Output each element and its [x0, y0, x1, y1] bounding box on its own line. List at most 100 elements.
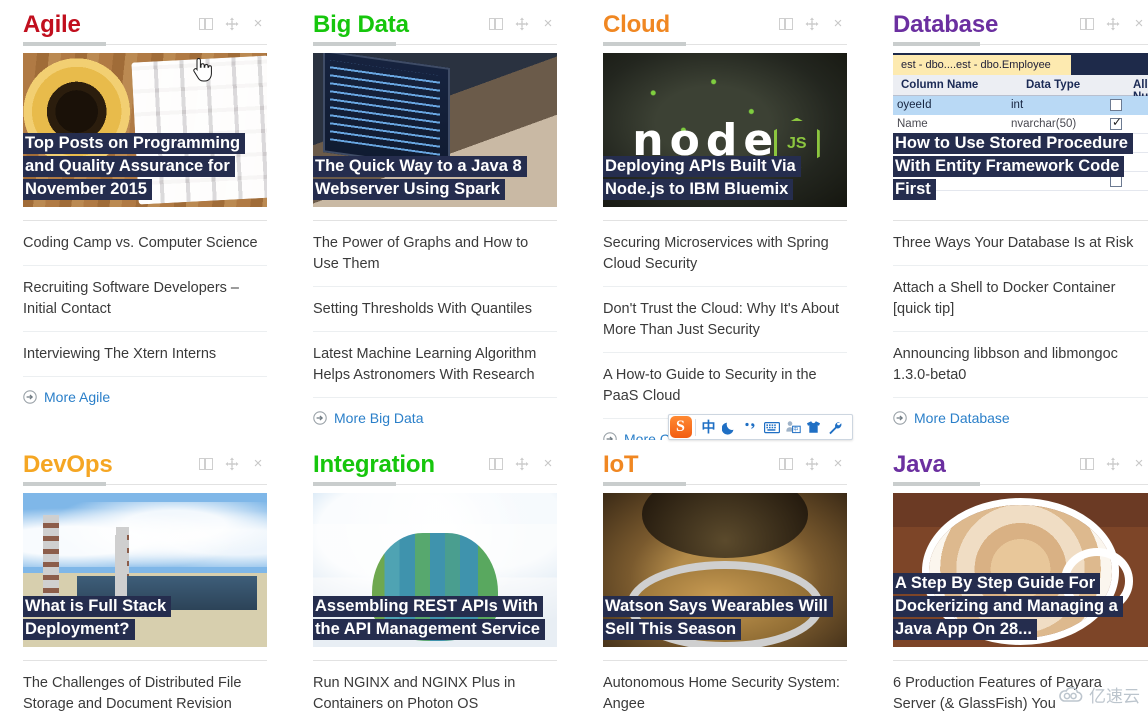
skin-button[interactable]: [803, 416, 824, 438]
card-header: Big Data ×: [313, 0, 557, 41]
move-icon[interactable]: [1106, 457, 1120, 471]
punctuation-button[interactable]: [740, 416, 761, 438]
list-item[interactable]: Announcing libbson and libmongoc 1.3.0-b…: [893, 332, 1148, 398]
list-item[interactable]: The Challenges of Distributed File Stora…: [23, 661, 267, 711]
move-icon[interactable]: [515, 17, 529, 31]
more-link[interactable]: More Database: [893, 398, 1148, 426]
move-icon[interactable]: [805, 457, 819, 471]
card-title: Agile: [23, 11, 81, 38]
ime-toolbar[interactable]: S 中 中: [668, 414, 853, 440]
list-item[interactable]: Interviewing The Xtern Interns: [23, 332, 267, 377]
panel-icon[interactable]: [1080, 458, 1094, 470]
soft-keyboard-button[interactable]: [761, 416, 782, 438]
panel-icon[interactable]: [199, 458, 213, 470]
title-rule: [313, 41, 557, 48]
post-list: Autonomous Home Security System: Angee: [603, 661, 847, 711]
card-database: Database × est - dbo....est - dbo.Employ…: [870, 0, 1148, 440]
card-big-data: Big Data × The Quick Way to a Java 8 Web…: [290, 0, 580, 440]
card-header: IoT ×: [603, 440, 847, 481]
featured-caption: What is Full Stack Deployment?: [23, 595, 267, 641]
featured-caption: Top Posts on Programming and Quality Ass…: [23, 132, 267, 201]
close-icon[interactable]: ×: [831, 456, 845, 471]
close-icon[interactable]: ×: [1132, 456, 1146, 471]
arrow-circle-right-icon: [23, 390, 37, 404]
move-icon[interactable]: [1106, 17, 1120, 31]
arrow-circle-right-icon: [603, 432, 617, 440]
move-icon[interactable]: [225, 17, 239, 31]
more-link[interactable]: More Agile: [23, 377, 267, 405]
card-title: DevOps: [23, 451, 113, 478]
list-item[interactable]: Recruiting Software Developers – Initial…: [23, 266, 267, 332]
card-header-actions: ×: [489, 440, 557, 471]
card-header-actions: ×: [489, 0, 557, 31]
list-item[interactable]: The Power of Graphs and How to Use Them: [313, 221, 557, 287]
title-rule: [603, 41, 847, 48]
arrow-circle-right-icon: [313, 411, 327, 425]
panel-icon[interactable]: [1080, 18, 1094, 30]
panel-icon[interactable]: [779, 18, 793, 30]
close-icon[interactable]: ×: [251, 16, 265, 31]
list-item[interactable]: Don't Trust the Cloud: Why It's About Mo…: [603, 287, 847, 353]
more-label: More Agile: [44, 389, 111, 405]
featured-post[interactable]: node JS Deploying APIs Built Via Node.js…: [603, 53, 847, 207]
featured-post[interactable]: Top Posts on Programming and Quality Ass…: [23, 53, 267, 207]
toolbox-button[interactable]: [824, 416, 845, 438]
panel-icon[interactable]: [489, 18, 503, 30]
sogou-s-glyph: S: [669, 416, 692, 438]
ssms-cell-name: Name: [897, 118, 928, 130]
list-item[interactable]: Run NGINX and NGINX Plus in Containers o…: [313, 661, 557, 711]
card-java: Java × A Step By Step Guide For Dockeriz…: [870, 440, 1148, 711]
move-icon[interactable]: [225, 457, 239, 471]
sogou-logo-icon[interactable]: S: [668, 415, 693, 439]
chinese-mode-button[interactable]: 中: [698, 416, 719, 438]
featured-caption: Watson Says Wearables Will Sell This Sea…: [603, 595, 847, 641]
ssms-col-type: Data Type: [1026, 79, 1081, 91]
panel-icon[interactable]: [489, 458, 503, 470]
card-title: Java: [893, 451, 946, 478]
card-header: DevOps ×: [23, 440, 267, 481]
moon-mode-button[interactable]: [719, 416, 740, 438]
list-item[interactable]: Coding Camp vs. Computer Science: [23, 221, 267, 266]
featured-caption: Assembling REST APIs With the API Manage…: [313, 595, 557, 641]
dashboard-board: Agile × Top Posts on Programming and Qua…: [0, 0, 1148, 711]
user-dictionary-button[interactable]: 中: [782, 416, 803, 438]
featured-post[interactable]: A Step By Step Guide For Dockerizing and…: [893, 493, 1148, 647]
move-icon[interactable]: [515, 457, 529, 471]
close-icon[interactable]: ×: [1132, 16, 1146, 31]
card-header: Integration ×: [313, 440, 557, 481]
featured-title: How to Use Stored Procedure With Entity …: [893, 133, 1130, 200]
card-header-actions: ×: [779, 0, 847, 31]
more-link[interactable]: More Big Data: [313, 398, 557, 426]
list-item[interactable]: Latest Machine Learning Algorithm Helps …: [313, 332, 557, 398]
featured-post[interactable]: est - dbo....est - dbo.Employee Column N…: [893, 53, 1148, 207]
ssms-cell-type: int: [1011, 99, 1024, 111]
featured-title: Watson Says Wearables Will Sell This Sea…: [603, 596, 830, 640]
move-icon[interactable]: [805, 17, 819, 31]
close-icon[interactable]: ×: [831, 16, 845, 31]
ssms-tab: est - dbo....est - dbo.Employee: [893, 55, 1071, 75]
ssms-column-headers: Column Name Data Type Allow Nulls: [893, 75, 1148, 103]
svg-text:中: 中: [793, 426, 798, 433]
list-item[interactable]: Securing Microservices with Spring Cloud…: [603, 221, 847, 287]
close-icon[interactable]: ×: [541, 16, 555, 31]
card-header-actions: ×: [1080, 440, 1148, 471]
list-item[interactable]: Autonomous Home Security System: Angee: [603, 661, 847, 711]
ssms-checkbox: [1110, 115, 1122, 130]
post-list: Three Ways Your Database Is at Risk Atta…: [893, 221, 1148, 398]
card-iot: IoT × Watson Says Wearables Will Sell Th…: [580, 440, 870, 711]
featured-post[interactable]: What is Full Stack Deployment?: [23, 493, 267, 647]
panel-icon[interactable]: [779, 458, 793, 470]
close-icon[interactable]: ×: [541, 456, 555, 471]
list-item[interactable]: Setting Thresholds With Quantiles: [313, 287, 557, 332]
watermark-text: 亿速云: [1089, 687, 1140, 707]
list-item[interactable]: Attach a Shell to Docker Container [quic…: [893, 266, 1148, 332]
featured-post[interactable]: Assembling REST APIs With the API Manage…: [313, 493, 557, 647]
card-header: Agile ×: [23, 0, 267, 41]
featured-post[interactable]: The Quick Way to a Java 8 Webserver Usin…: [313, 53, 557, 207]
featured-post[interactable]: Watson Says Wearables Will Sell This Sea…: [603, 493, 847, 647]
panel-icon[interactable]: [199, 18, 213, 30]
list-item[interactable]: Three Ways Your Database Is at Risk: [893, 221, 1148, 266]
close-icon[interactable]: ×: [251, 456, 265, 471]
card-devops: DevOps × What is Full Stack Deployment? …: [0, 440, 290, 711]
list-item[interactable]: A How-to Guide to Security in the PaaS C…: [603, 353, 847, 419]
